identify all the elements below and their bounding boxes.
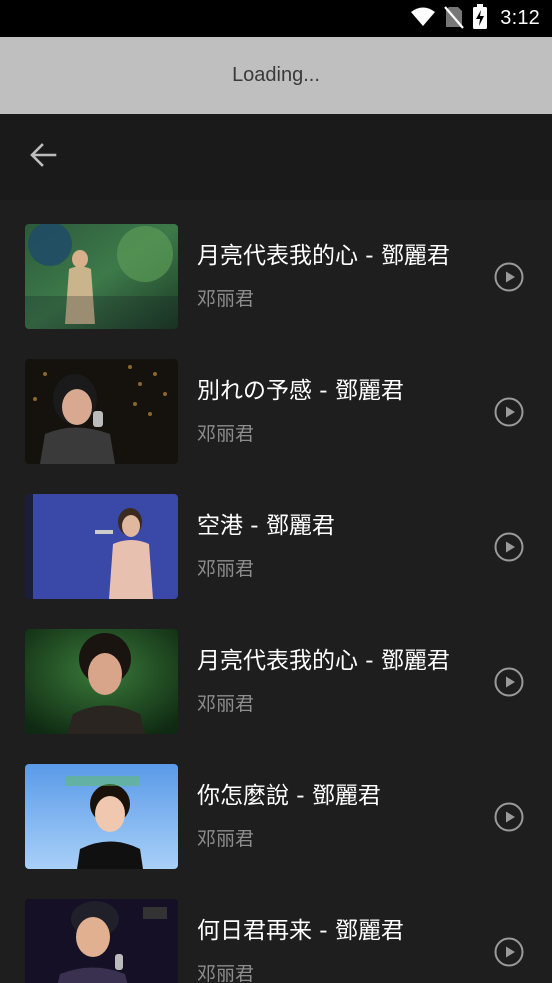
- no-sim-icon: [444, 5, 465, 33]
- status-icons: 3:12: [410, 0, 540, 37]
- video-thumbnail: [25, 224, 178, 329]
- video-thumbnail: [25, 629, 178, 734]
- list-item[interactable]: 別れの予感 - 鄧麗君 邓丽君: [0, 335, 552, 470]
- song-list[interactable]: 月亮代表我的心 - 鄧麗君 邓丽君 別れの予感 - 鄧麗君 邓丽君 空港 - 鄧…: [0, 200, 552, 983]
- play-circle-icon[interactable]: [494, 937, 524, 967]
- song-artist: 邓丽君: [197, 558, 255, 580]
- toolbar: [0, 114, 552, 200]
- song-title: 別れの予感 - 鄧麗君: [197, 378, 404, 404]
- song-artist: 邓丽君: [197, 693, 255, 715]
- video-thumbnail: [25, 359, 178, 464]
- list-item[interactable]: 空港 - 鄧麗君 邓丽君: [0, 470, 552, 605]
- song-title: 空港 - 鄧麗君: [197, 513, 335, 539]
- wifi-icon: [410, 7, 436, 31]
- play-circle-icon[interactable]: [494, 667, 524, 697]
- song-title: 月亮代表我的心 - 鄧麗君: [197, 648, 450, 674]
- song-artist: 邓丽君: [197, 288, 255, 310]
- status-time: 3:12: [500, 7, 540, 29]
- song-title: 何日君再来 - 鄧麗君: [197, 918, 404, 944]
- song-artist: 邓丽君: [197, 423, 255, 445]
- status-bar: 3:12: [0, 0, 552, 37]
- back-button[interactable]: [22, 136, 64, 178]
- battery-charging-icon: [472, 3, 488, 34]
- play-circle-icon[interactable]: [494, 262, 524, 292]
- play-circle-icon[interactable]: [494, 532, 524, 562]
- video-thumbnail: [25, 899, 178, 983]
- list-item[interactable]: 何日君再来 - 鄧麗君 邓丽君: [0, 875, 552, 983]
- play-circle-icon[interactable]: [494, 397, 524, 427]
- song-title: 月亮代表我的心 - 鄧麗君: [197, 243, 450, 269]
- loading-text: Loading...: [232, 64, 320, 86]
- song-title: 你怎麼說 - 鄧麗君: [197, 783, 381, 809]
- loading-banner: Loading...: [0, 37, 552, 114]
- video-thumbnail: [25, 494, 178, 599]
- list-item[interactable]: 月亮代表我的心 - 鄧麗君 邓丽君: [0, 200, 552, 335]
- arrow-back-icon: [29, 141, 57, 173]
- list-item[interactable]: 月亮代表我的心 - 鄧麗君 邓丽君: [0, 605, 552, 740]
- play-circle-icon[interactable]: [494, 802, 524, 832]
- song-artist: 邓丽君: [197, 963, 255, 983]
- song-artist: 邓丽君: [197, 828, 255, 850]
- list-item[interactable]: 你怎麼說 - 鄧麗君 邓丽君: [0, 740, 552, 875]
- video-thumbnail: [25, 764, 178, 869]
